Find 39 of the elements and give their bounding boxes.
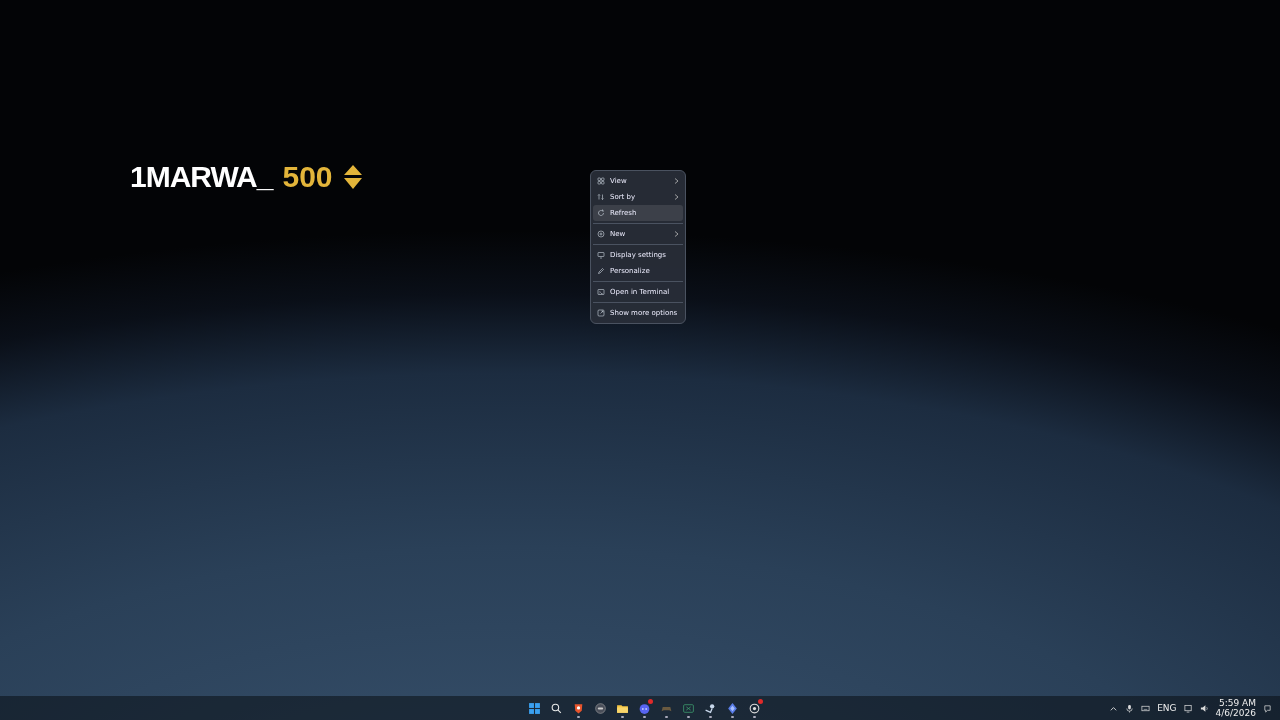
microphone-icon[interactable] [1125, 703, 1135, 713]
round-app-icon [594, 701, 608, 715]
diamond-icon [726, 701, 740, 715]
record-icon [748, 701, 762, 715]
gem-icon [342, 164, 363, 190]
running-indicator [643, 716, 647, 718]
chevron-icon [674, 231, 680, 237]
clock-date[interactable]: 4/6/2026 [1215, 708, 1256, 718]
running-indicator [621, 716, 625, 718]
display-icon [597, 251, 605, 259]
chat-bubble-icon [638, 701, 652, 715]
notification-icon[interactable] [1263, 703, 1272, 713]
more-icon [597, 309, 605, 317]
points-text: 500 [282, 160, 333, 194]
terminal-icon [597, 288, 605, 296]
running-indicator [665, 716, 669, 718]
speaker-icon[interactable] [1199, 703, 1209, 713]
plus-icon [597, 230, 605, 238]
running-indicator [687, 716, 691, 718]
search-icon [550, 701, 564, 715]
refresh-icon [597, 209, 605, 217]
windows-logo-icon [528, 701, 542, 715]
chevron-icon [674, 194, 680, 200]
clock-time[interactable]: 5:59 AM [1219, 698, 1256, 708]
running-indicator [709, 716, 713, 718]
running-indicator [731, 716, 735, 718]
network-monitor-icon[interactable] [1183, 703, 1193, 713]
running-indicator [577, 716, 581, 718]
grid-icon [597, 177, 605, 185]
sort-icon [597, 193, 605, 201]
pen-icon [597, 267, 605, 275]
notification-badge [757, 699, 763, 704]
notification-badge [647, 699, 653, 704]
username-text: 1MARWA_ [130, 160, 273, 194]
chevron-icon [674, 178, 680, 184]
keyboard-icon[interactable] [1141, 703, 1151, 713]
running-indicator [753, 716, 757, 718]
language-indicator[interactable]: ENG [1157, 703, 1177, 713]
crossed-box-icon [682, 701, 696, 715]
